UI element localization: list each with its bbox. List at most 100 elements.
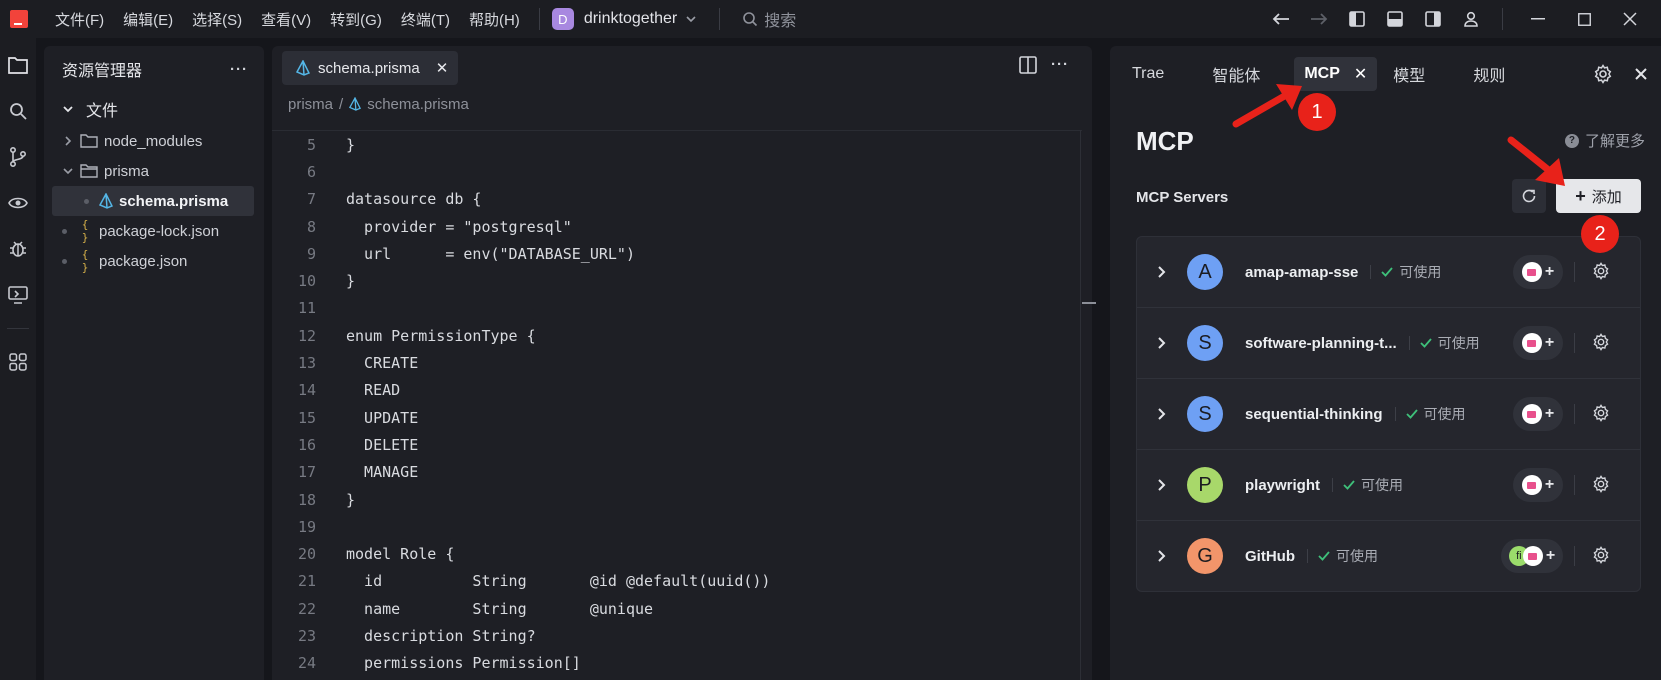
chevron-right-icon[interactable] xyxy=(1137,265,1187,279)
extensions-icon[interactable] xyxy=(0,339,36,385)
menu-file[interactable]: 文件(F) xyxy=(55,9,104,30)
bug-icon[interactable] xyxy=(0,226,36,272)
servers-label: MCP Servers xyxy=(1136,189,1229,206)
plus-icon: + xyxy=(1545,547,1556,564)
minimize-icon[interactable] xyxy=(1515,0,1561,38)
tree-item-prisma[interactable]: prisma xyxy=(44,156,264,186)
close-panel-icon[interactable] xyxy=(1635,68,1647,80)
line-number: 21 xyxy=(297,572,316,591)
line-number: 12 xyxy=(297,326,316,345)
tree-item-package-lock[interactable]: { } package-lock.json xyxy=(44,216,264,246)
project-name: drinktogether xyxy=(583,10,678,27)
breadcrumb-folder[interactable]: prisma xyxy=(288,96,333,113)
app-logo-icon xyxy=(10,10,28,28)
explorer-icon[interactable] xyxy=(0,42,36,88)
gear-icon[interactable] xyxy=(1592,404,1610,422)
code-text: } xyxy=(346,135,356,154)
gear-icon[interactable] xyxy=(1592,475,1610,493)
tree-item-package-json[interactable]: { } package.json xyxy=(44,246,264,276)
remote-icon[interactable] xyxy=(0,272,36,318)
server-row[interactable]: Ssequential-thinking 可使用 + xyxy=(1137,379,1640,450)
annotation-arrow-2 xyxy=(1507,136,1565,186)
code-text: id String @id @default(uuid()) xyxy=(346,572,771,591)
gear-icon[interactable] xyxy=(1592,546,1610,564)
menu-help[interactable]: 帮助(H) xyxy=(469,9,520,30)
tab-trae[interactable]: Trae xyxy=(1132,65,1164,83)
tree-root[interactable]: 文件 xyxy=(44,92,264,126)
source-control-icon[interactable] xyxy=(0,134,36,180)
tab-rules[interactable]: 规则 xyxy=(1473,62,1505,86)
chevron-right-icon[interactable] xyxy=(1137,336,1187,350)
code-text: UPDATE xyxy=(346,408,419,427)
tree-item-label: package-lock.json xyxy=(99,222,220,240)
code-text: permissions Permission[] xyxy=(346,654,581,673)
toggle-left-panel-icon[interactable] xyxy=(1338,0,1376,38)
add-to-agent-button[interactable]: fi + xyxy=(1501,539,1563,573)
chevron-right-icon[interactable] xyxy=(1137,407,1187,421)
server-row[interactable]: Ssoftware-planning-t... 可使用 + xyxy=(1137,308,1640,379)
divider xyxy=(1574,546,1575,566)
add-to-agent-button[interactable]: + xyxy=(1513,397,1563,431)
more-actions-icon[interactable]: ··· xyxy=(230,61,248,78)
server-row[interactable]: Aamap-amap-sse 可使用 + xyxy=(1137,237,1640,308)
learn-more-link[interactable]: ? 了解更多 xyxy=(1564,130,1645,151)
tab-models[interactable]: 模型 xyxy=(1393,62,1425,86)
plus-icon: + xyxy=(1544,405,1555,422)
search-box[interactable]: 搜索 xyxy=(742,7,796,31)
server-status: 可使用 xyxy=(1437,335,1480,351)
code-line: 7 datasource db { xyxy=(272,186,1082,213)
add-to-agent-button[interactable]: + xyxy=(1513,255,1563,289)
plus-icon: + xyxy=(1575,185,1586,206)
server-row[interactable]: Pplaywright 可使用 + xyxy=(1137,450,1640,521)
server-name: software-planning-t... xyxy=(1245,334,1397,352)
check-icon xyxy=(1381,267,1394,277)
debug-eye-icon[interactable] xyxy=(0,180,36,226)
line-number: 20 xyxy=(297,545,316,564)
editor-tab-schema[interactable]: schema.prisma ✕ xyxy=(282,51,459,85)
project-switcher[interactable]: D drinktogether xyxy=(551,8,697,30)
code-view[interactable]: 5} 6 7 datasource db {8 provider = "postgre… xyxy=(272,130,1082,677)
tree-item-schema-prisma[interactable]: schema.prisma xyxy=(52,186,254,216)
forward-arrow-icon[interactable] xyxy=(1300,0,1338,38)
maximize-icon[interactable] xyxy=(1561,0,1607,38)
add-to-agent-button[interactable]: + xyxy=(1513,468,1563,502)
toggle-bottom-panel-icon[interactable] xyxy=(1376,0,1414,38)
chevron-down-icon xyxy=(685,13,697,25)
menu-view[interactable]: 查看(V) xyxy=(261,9,311,30)
agent-icon xyxy=(1521,333,1542,353)
breadcrumb-file[interactable]: schema.prisma xyxy=(367,96,469,113)
menu-select[interactable]: 选择(S) xyxy=(192,9,242,30)
divider xyxy=(1574,404,1575,424)
server-row[interactable]: G GitHub 可使用 fi + xyxy=(1137,521,1640,591)
account-icon[interactable] xyxy=(1452,0,1490,38)
tree-item-label: schema.prisma xyxy=(119,192,229,210)
tree-item-node-modules[interactable]: node_modules xyxy=(44,126,264,156)
divider xyxy=(719,8,721,30)
split-editor-icon[interactable] xyxy=(1012,56,1044,74)
folder-icon xyxy=(80,134,98,148)
gear-icon[interactable] xyxy=(1592,262,1610,280)
menu-goto[interactable]: 转到(G) xyxy=(330,9,382,30)
close-tab-icon[interactable]: ✕ xyxy=(1354,64,1367,84)
agent-icon xyxy=(1522,546,1543,566)
close-window-icon[interactable] xyxy=(1607,0,1653,38)
search-icon[interactable] xyxy=(0,88,36,134)
explorer-title: 资源管理器 xyxy=(62,63,143,80)
chevron-right-icon xyxy=(60,135,76,147)
gear-icon[interactable] xyxy=(1593,64,1613,84)
check-icon xyxy=(1318,551,1330,561)
code-text: CREATE xyxy=(346,354,419,373)
menu-edit[interactable]: 编辑(E) xyxy=(123,9,173,30)
add-to-agent-button[interactable]: + xyxy=(1513,326,1563,360)
gear-icon[interactable] xyxy=(1592,333,1610,351)
chevron-right-icon[interactable] xyxy=(1137,478,1187,492)
toggle-right-panel-icon[interactable] xyxy=(1414,0,1452,38)
close-tab-icon[interactable]: ✕ xyxy=(436,59,449,77)
code-line: 18} xyxy=(272,486,1082,513)
back-arrow-icon[interactable] xyxy=(1262,0,1300,38)
check-icon xyxy=(1343,480,1355,490)
code-line: 20 model Role { xyxy=(272,540,1082,567)
more-actions-icon[interactable]: ··· xyxy=(1044,56,1076,74)
menu-terminal[interactable]: 终端(T) xyxy=(401,9,450,30)
chevron-right-icon[interactable] xyxy=(1137,549,1187,563)
